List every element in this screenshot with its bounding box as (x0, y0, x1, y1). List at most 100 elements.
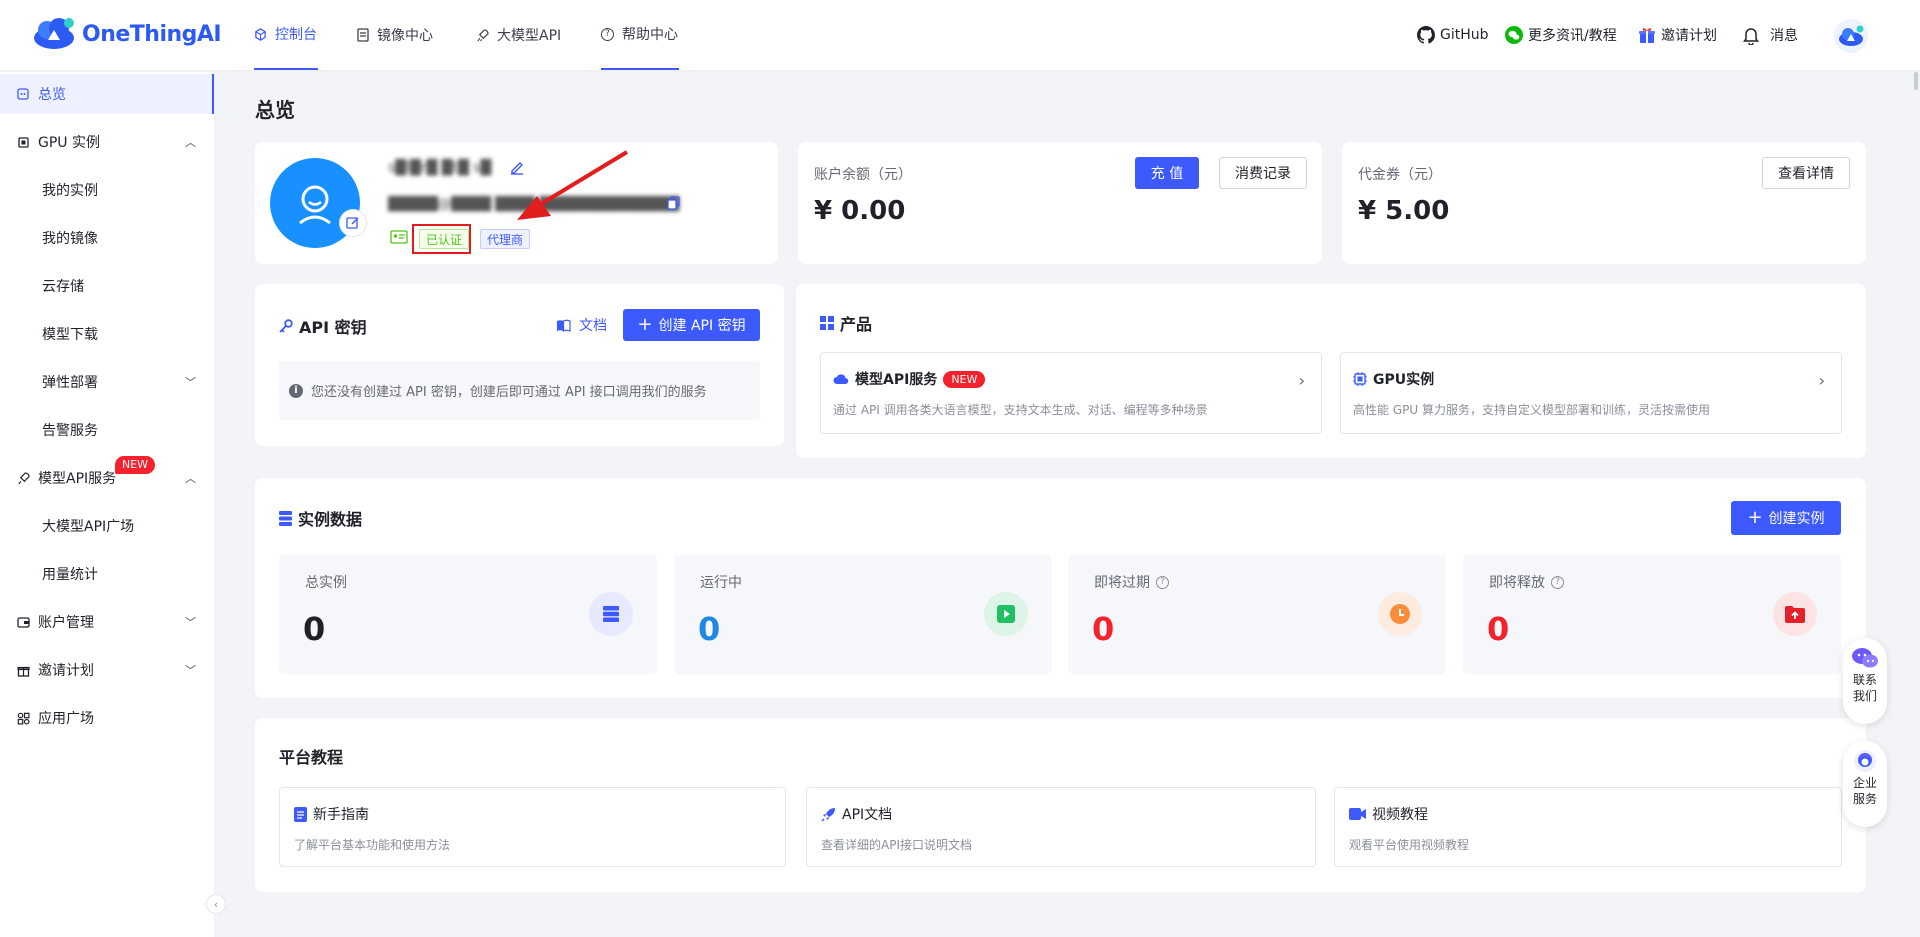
sidebar-item-label: 我的镜像 (42, 231, 98, 247)
sidebar-item-my-instances[interactable]: 我的实例 (0, 170, 214, 210)
sidebar-item-label: 应用广场 (38, 711, 94, 727)
sidebar-item-alert-service[interactable]: 告警服务 (0, 410, 214, 450)
sidebar-item-label: 模型下载 (42, 327, 98, 343)
annotation-arrow (517, 150, 629, 220)
product-item-gpu[interactable]: GPU实例 高性能 GPU 算力服务，支持自定义模型部署和训练，灵活按需使用 › (1340, 352, 1842, 434)
profile-name: s█l█r█ █t█ s█ (388, 160, 492, 176)
question-circle-icon[interactable]: ? (1551, 575, 1564, 589)
tab-llm-api-label: 大模型API (497, 28, 562, 44)
brand-logo[interactable]: OneThingAI (32, 16, 222, 52)
sidebar-item-account[interactable]: 账户管理 ﹀ (0, 602, 214, 642)
api-key-card: API 密钥 文档 + 创建 API 密钥 i 您还没有创建过 API 密钥，创… (255, 284, 784, 446)
enterprise-service-button[interactable]: 企业服务 (1843, 741, 1887, 827)
product-name: 模型API服务 (855, 372, 938, 388)
github-link[interactable]: GitHub (1417, 0, 1489, 70)
support-agent-icon (1854, 750, 1876, 772)
chevron-right-icon: › (1298, 371, 1305, 390)
tutorial-item-api-docs[interactable]: API文档 查看详细的API接口说明文档 (806, 787, 1316, 867)
tutorial-name: API文档 (842, 807, 893, 823)
wechat-icon (1505, 26, 1523, 44)
tutorial-name: 新手指南 (313, 807, 369, 823)
profile-card: s█l█r█ █t█ s█ █████@████ ████ ██████████… (255, 142, 778, 264)
sidebar-item-llm-square[interactable]: 大模型API广场 (0, 506, 214, 546)
chevron-down-icon: ﹀ (185, 664, 196, 677)
chevron-left-icon: ‹ (213, 897, 219, 911)
stat-label: 即将释放 (1489, 575, 1545, 591)
sidebar-item-label: 大模型API广场 (42, 519, 135, 535)
create-api-key-button[interactable]: + 创建 API 密钥 (623, 309, 760, 341)
sidebar-item-gpu[interactable]: GPU 实例 ︿ (0, 122, 214, 162)
api-key-empty-notice: i 您还没有创建过 API 密钥，创建后即可通过 API 接口调用我们的服务 (279, 361, 760, 420)
user-face-icon (299, 185, 331, 225)
sidebar-item-cloud-storage[interactable]: 云存储 (0, 266, 214, 306)
stat-label: 总实例 (305, 575, 347, 591)
stat-expiring: 即将过期 ? 0 (1068, 554, 1446, 674)
docs-link[interactable]: 文档 (556, 315, 607, 335)
server-icon (589, 592, 633, 636)
top-navbar: OneThingAI 控制台 镜像中心 大模型API ? 帮助中心 GitHub… (0, 0, 1920, 71)
docs-label: 文档 (579, 318, 607, 334)
sidebar-item-usage-stats[interactable]: 用量统计 (0, 554, 214, 594)
cloud-icon (833, 374, 849, 385)
contact-us-label: 联系我们 (1852, 673, 1877, 703)
sidebar-item-my-images[interactable]: 我的镜像 (0, 218, 214, 258)
product-item-model-api[interactable]: 模型API服务 NEW 通过 API 调用各类大语言模型，支持文本生成、对话、编… (820, 352, 1322, 434)
tab-console-label: 控制台 (275, 27, 317, 43)
instance-data-header: 实例数据 (279, 506, 362, 530)
sidebar-item-label: 弹性部署 (42, 375, 98, 391)
chip-icon (16, 135, 30, 149)
brand-name: OneThingAI (82, 21, 222, 47)
tab-help-center-label: 帮助中心 (622, 27, 678, 43)
tutorial-item-video[interactable]: 视频教程 观看平台使用视频教程 (1334, 787, 1842, 867)
tab-console[interactable]: 控制台 (254, 0, 318, 70)
recharge-button[interactable]: 充 值 (1135, 157, 1199, 189)
dashboard-icon (16, 87, 30, 101)
tab-image-center[interactable]: 镜像中心 (357, 0, 433, 70)
stat-value: 0 (303, 610, 326, 648)
create-instance-button[interactable]: + 创建实例 (1731, 501, 1841, 535)
sidebar-item-model-api[interactable]: 模型API服务 NEW ︿ (0, 456, 214, 498)
contact-us-button[interactable]: 联系我们 (1843, 638, 1887, 724)
sidebar-item-model-download[interactable]: 模型下载 (0, 314, 214, 354)
book-icon (294, 806, 307, 822)
news-tutorials-link[interactable]: 更多资讯/教程 (1505, 0, 1617, 70)
messages-link[interactable]: 消息 (1741, 0, 1798, 70)
sidebar-item-label: 账户管理 (38, 615, 94, 631)
tutorial-item-beginner-guide[interactable]: 新手指南 了解平台基本功能和使用方法 (279, 787, 786, 867)
consumption-history-button[interactable]: 消费记录 (1219, 157, 1307, 189)
copy-icon[interactable] (667, 196, 680, 214)
bell-icon (1743, 28, 1759, 45)
question-circle-icon[interactable]: ? (1156, 575, 1169, 589)
stat-label: 运行中 (700, 575, 742, 591)
tab-image-center-label: 镜像中心 (377, 28, 433, 44)
sidebar-item-overview[interactable]: 总览 (0, 74, 214, 114)
tutorial-name: 视频教程 (1372, 807, 1428, 823)
edit-avatar-button[interactable] (340, 210, 366, 236)
user-avatar[interactable] (1834, 19, 1868, 53)
chevron-right-icon: › (1818, 371, 1825, 390)
tutorial-desc: 查看详细的API接口说明文档 (821, 838, 972, 852)
wallet-icon (16, 615, 30, 629)
sidebar-item-invite[interactable]: 邀请计划 ﹀ (0, 650, 214, 690)
page-scrollbar[interactable] (1910, 72, 1920, 937)
invite-plan-link[interactable]: 邀请计划 (1638, 0, 1717, 70)
tutorial-desc: 了解平台基本功能和使用方法 (294, 838, 451, 852)
sidebar-item-label: 告警服务 (42, 423, 98, 439)
cube-icon (255, 27, 266, 41)
gift-icon (16, 663, 30, 677)
question-circle-icon: ? (601, 27, 614, 41)
balance-card: 账户余额（元） ¥ 0.00 充 值 消费记录 (798, 142, 1322, 264)
info-icon: i (289, 383, 303, 398)
tab-llm-api[interactable]: 大模型API (476, 0, 561, 70)
news-tutorials-label: 更多资讯/教程 (1528, 28, 1617, 44)
sidebar-item-elastic-deploy[interactable]: 弹性部署 ﹀ (0, 362, 214, 402)
products-title: 产品 (840, 315, 873, 334)
tab-help-center[interactable]: ? 帮助中心 (601, 0, 679, 70)
sidebar-item-app-square[interactable]: 应用广场 (0, 698, 214, 738)
view-details-button[interactable]: 查看详情 (1762, 157, 1850, 189)
stat-releasing: 即将释放 ? 0 (1463, 554, 1841, 674)
stat-value: 0 (1487, 610, 1510, 648)
apps-icon (16, 711, 30, 725)
sidebar-collapse-button[interactable]: ‹ (206, 894, 226, 914)
github-icon (1417, 26, 1435, 44)
